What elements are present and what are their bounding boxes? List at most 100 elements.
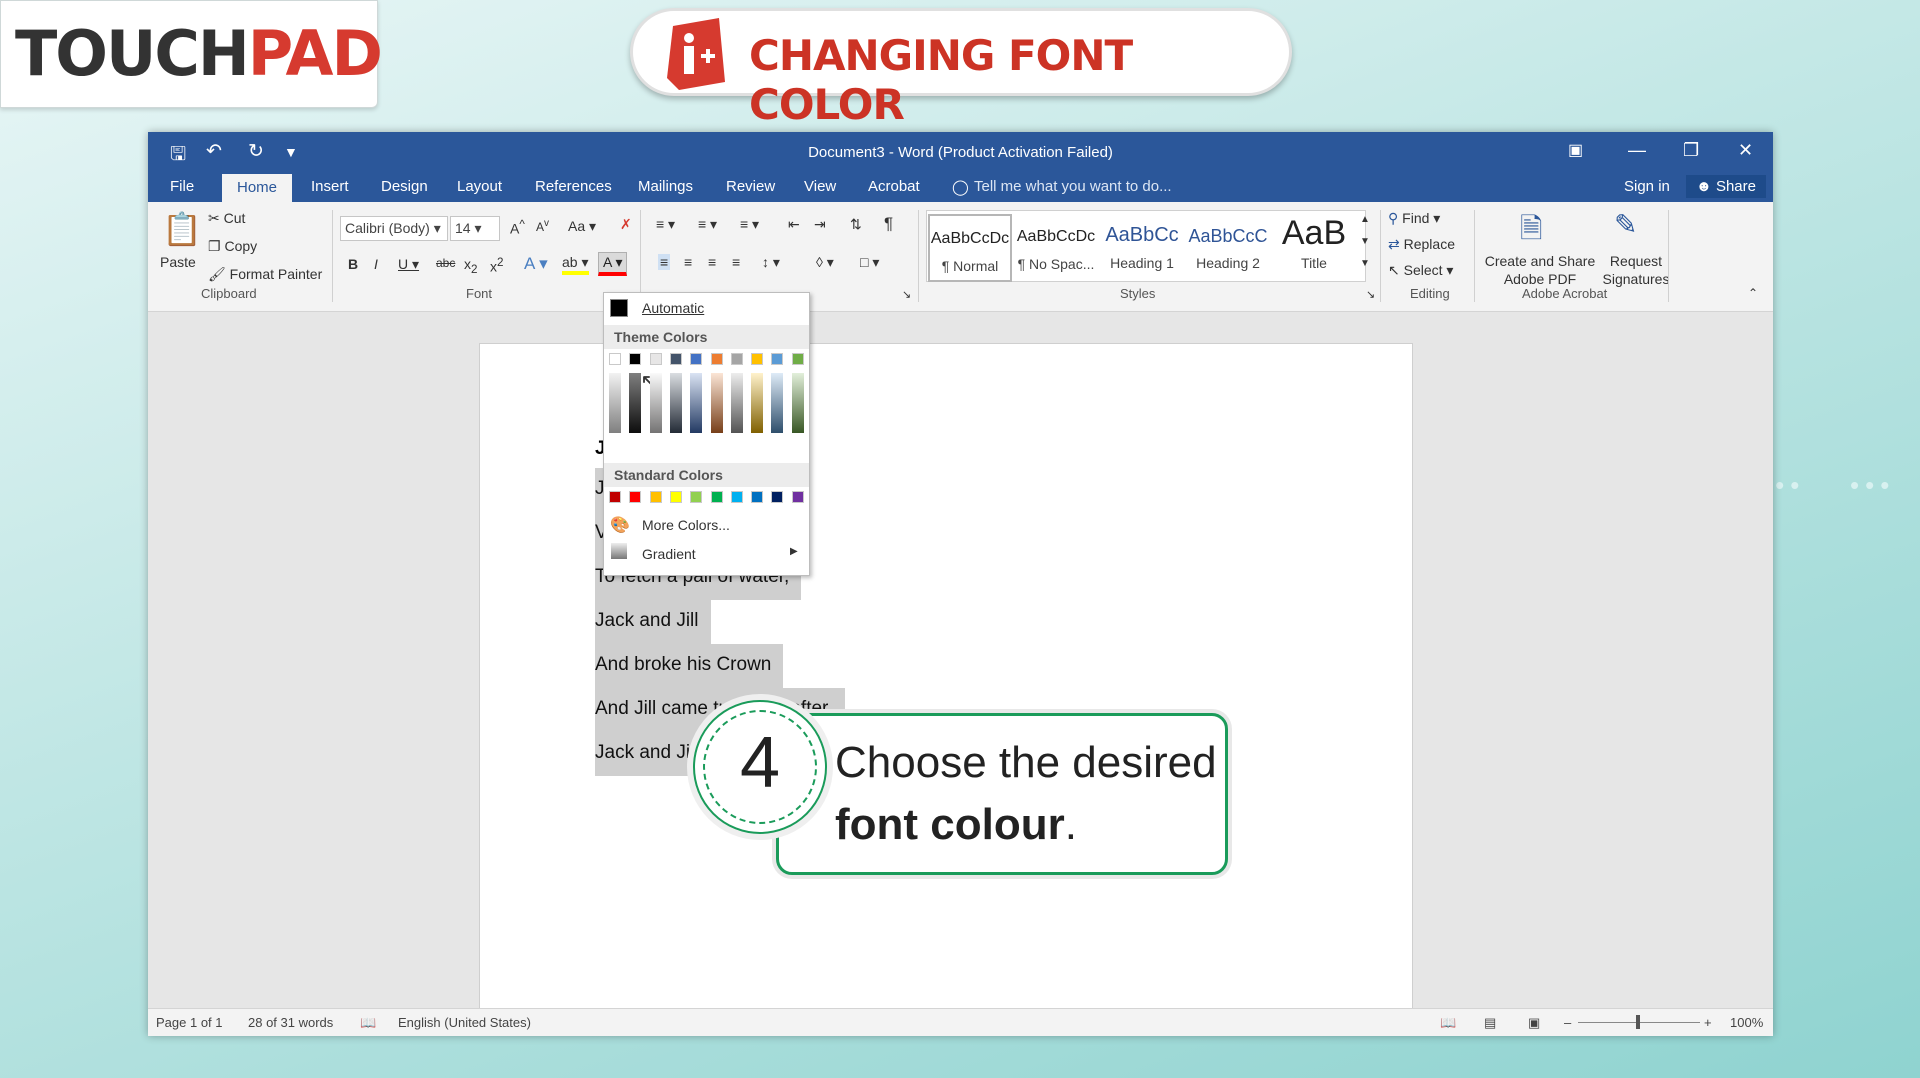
styles-scroll-up[interactable]: ▲: [1360, 214, 1370, 225]
theme-shade-column[interactable]: [710, 373, 723, 433]
create-pdf-button[interactable]: Create and Share Adobe PDF: [1480, 252, 1600, 288]
tab-insert[interactable]: Insert: [311, 178, 349, 195]
style-heading-2[interactable]: AaBbCcC Heading 2: [1186, 214, 1270, 282]
strikethrough-button[interactable]: abc: [436, 256, 455, 270]
theme-color-swatch[interactable]: [771, 353, 784, 365]
superscript-button[interactable]: x2: [490, 256, 503, 275]
multilevel-list-icon[interactable]: ≡ ▾: [740, 216, 759, 233]
zoom-out-icon[interactable]: –: [1564, 1015, 1571, 1030]
gradient-option[interactable]: Gradient: [642, 546, 696, 562]
theme-color-swatch[interactable]: [690, 353, 703, 365]
request-signatures-button[interactable]: Request Signatures: [1596, 252, 1676, 288]
italic-button[interactable]: I: [374, 256, 378, 272]
shrink-font-icon[interactable]: Av: [536, 218, 549, 234]
standard-color-swatch[interactable]: [751, 491, 764, 503]
sort-icon[interactable]: ⇅: [850, 216, 862, 233]
web-layout-icon[interactable]: ▣: [1528, 1015, 1540, 1031]
read-mode-icon[interactable]: 📖: [1440, 1015, 1456, 1031]
style-no-spacing[interactable]: AaBbCcDc ¶ No Spac...: [1014, 214, 1098, 282]
standard-color-swatch[interactable]: [771, 491, 784, 503]
theme-color-swatch[interactable]: [791, 353, 804, 365]
theme-shade-column[interactable]: [649, 373, 662, 433]
zoom-level[interactable]: 100%: [1730, 1015, 1763, 1030]
more-colors-option[interactable]: More Colors...: [642, 517, 730, 533]
tab-references[interactable]: References: [535, 178, 612, 195]
tab-layout[interactable]: Layout: [457, 178, 502, 195]
tab-view[interactable]: View: [804, 178, 836, 195]
theme-color-swatch[interactable]: [710, 353, 723, 365]
theme-shade-column[interactable]: [669, 373, 682, 433]
theme-shade-column[interactable]: [771, 373, 784, 433]
theme-shade-column[interactable]: [690, 373, 703, 433]
cut-button[interactable]: ✂ Cut: [208, 210, 245, 227]
subscript-button[interactable]: x2: [464, 256, 477, 276]
proofing-icon[interactable]: 📖: [360, 1015, 376, 1031]
restore-button[interactable]: ❐: [1683, 140, 1699, 161]
align-left-icon[interactable]: ≡: [658, 254, 671, 270]
style-normal[interactable]: AaBbCcDc ¶ Normal: [928, 214, 1012, 282]
ribbon-display-icon[interactable]: ▣: [1568, 140, 1583, 160]
print-layout-icon[interactable]: ▤: [1484, 1015, 1496, 1031]
style-heading-1[interactable]: AaBbCc Heading 1: [1100, 214, 1184, 282]
paste-icon[interactable]: 📋: [162, 210, 202, 248]
standard-color-swatch[interactable]: [669, 491, 682, 503]
tab-mailings[interactable]: Mailings: [638, 178, 693, 195]
standard-color-swatch[interactable]: [629, 491, 642, 503]
align-right-icon[interactable]: ≡: [708, 254, 716, 270]
tell-me-box[interactable]: Tell me what you want to do...: [974, 178, 1172, 195]
bullets-icon[interactable]: ≡ ▾: [656, 216, 675, 233]
format-painter-button[interactable]: 🖌 Format Painter: [208, 266, 322, 283]
find-button[interactable]: ⚲ Find ▾: [1388, 210, 1440, 227]
borders-icon[interactable]: □ ▾: [860, 254, 879, 271]
theme-color-swatch[interactable]: [629, 353, 642, 365]
page-count[interactable]: Page 1 of 1: [156, 1015, 223, 1030]
theme-shade-column[interactable]: [629, 373, 642, 433]
standard-color-swatch[interactable]: [690, 491, 703, 503]
show-marks-icon[interactable]: ¶: [884, 214, 893, 234]
theme-shade-column[interactable]: [730, 373, 743, 433]
font-name-select[interactable]: Calibri (Body) ▾: [340, 216, 448, 241]
close-button[interactable]: ✕: [1738, 140, 1753, 161]
change-case-button[interactable]: Aa ▾: [568, 218, 596, 235]
automatic-option[interactable]: Automatic: [642, 300, 704, 316]
text-effects-icon[interactable]: A ▾: [524, 254, 548, 274]
standard-color-swatch[interactable]: [730, 491, 743, 503]
tab-home[interactable]: Home: [222, 174, 293, 202]
highlight-icon[interactable]: ab ▾: [562, 254, 589, 275]
tab-design[interactable]: Design: [381, 178, 428, 195]
numbering-icon[interactable]: ≡ ▾: [698, 216, 717, 233]
tab-acrobat[interactable]: Acrobat: [868, 178, 920, 195]
font-color-button[interactable]: A ▾: [598, 252, 628, 276]
theme-color-swatch[interactable]: [751, 353, 764, 365]
underline-button[interactable]: U ▾: [398, 256, 419, 273]
tab-review[interactable]: Review: [726, 178, 775, 195]
shading-icon[interactable]: ◊ ▾: [816, 254, 834, 271]
decrease-indent-icon[interactable]: ⇤: [788, 216, 800, 233]
replace-button[interactable]: ⇄ Replace: [1388, 236, 1455, 253]
standard-color-swatch[interactable]: [791, 491, 804, 503]
select-button[interactable]: ↖ Select ▾: [1388, 262, 1453, 279]
collapse-ribbon-icon[interactable]: ⌃: [1748, 286, 1758, 300]
standard-color-swatch[interactable]: [710, 491, 723, 503]
bold-button[interactable]: B: [348, 256, 358, 272]
standard-color-swatch[interactable]: [649, 491, 662, 503]
theme-shade-column[interactable]: [791, 373, 804, 433]
zoom-thumb[interactable]: [1636, 1015, 1640, 1029]
tab-file[interactable]: File: [170, 178, 194, 195]
theme-color-swatch[interactable]: [649, 353, 662, 365]
minimize-button[interactable]: —: [1628, 140, 1646, 161]
grow-font-icon[interactable]: A^: [510, 218, 525, 237]
copy-button[interactable]: ❐ Copy: [208, 238, 257, 255]
paragraph-launcher-icon[interactable]: ↘: [902, 288, 911, 301]
standard-color-swatch[interactable]: [609, 491, 621, 503]
language[interactable]: English (United States): [398, 1015, 531, 1030]
font-size-select[interactable]: 14 ▾: [450, 216, 500, 241]
sign-in-link[interactable]: Sign in: [1624, 178, 1670, 195]
word-count[interactable]: 28 of 31 words: [248, 1015, 333, 1030]
justify-icon[interactable]: ≡: [732, 254, 740, 270]
theme-color-swatch[interactable]: [669, 353, 682, 365]
line-spacing-icon[interactable]: ↕ ▾: [762, 254, 780, 271]
paste-button[interactable]: Paste: [160, 254, 196, 270]
theme-color-swatch[interactable]: [730, 353, 743, 365]
styles-launcher-icon[interactable]: ↘: [1366, 288, 1375, 301]
